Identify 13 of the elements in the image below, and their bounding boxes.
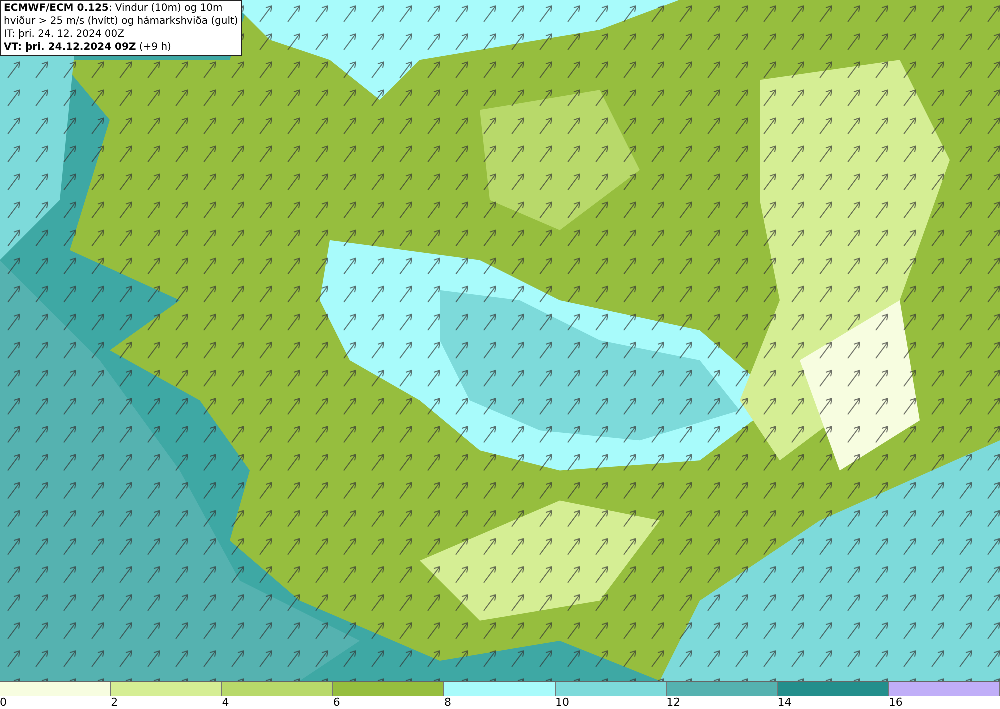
title-line: ECMWF/ECM 0.125: Vindur (10m) og 10m <box>4 2 224 15</box>
title-line: VT: þri. 24.12.2024 09Z (+9 h) <box>4 41 172 54</box>
legend-tick-label: 12 <box>666 696 681 709</box>
legend-tick-label: 4 <box>222 696 230 709</box>
legend-tick-label: 8 <box>444 696 452 709</box>
legend-tick-label: 6 <box>333 696 340 709</box>
legend-tick-label: 14 <box>778 696 792 709</box>
legend-tick-label: 0 <box>0 696 7 709</box>
legend-tick-label: 16 <box>888 696 903 709</box>
title-line: IT: þri. 24. 12. 2024 00Z <box>4 28 126 41</box>
title-line: hviður > 25 m/s (hvítt) og hámarkshviða (gult) <box>4 15 238 28</box>
legend-tick-label: 2 <box>111 696 118 709</box>
legend-tick-label: 10 <box>556 696 570 709</box>
